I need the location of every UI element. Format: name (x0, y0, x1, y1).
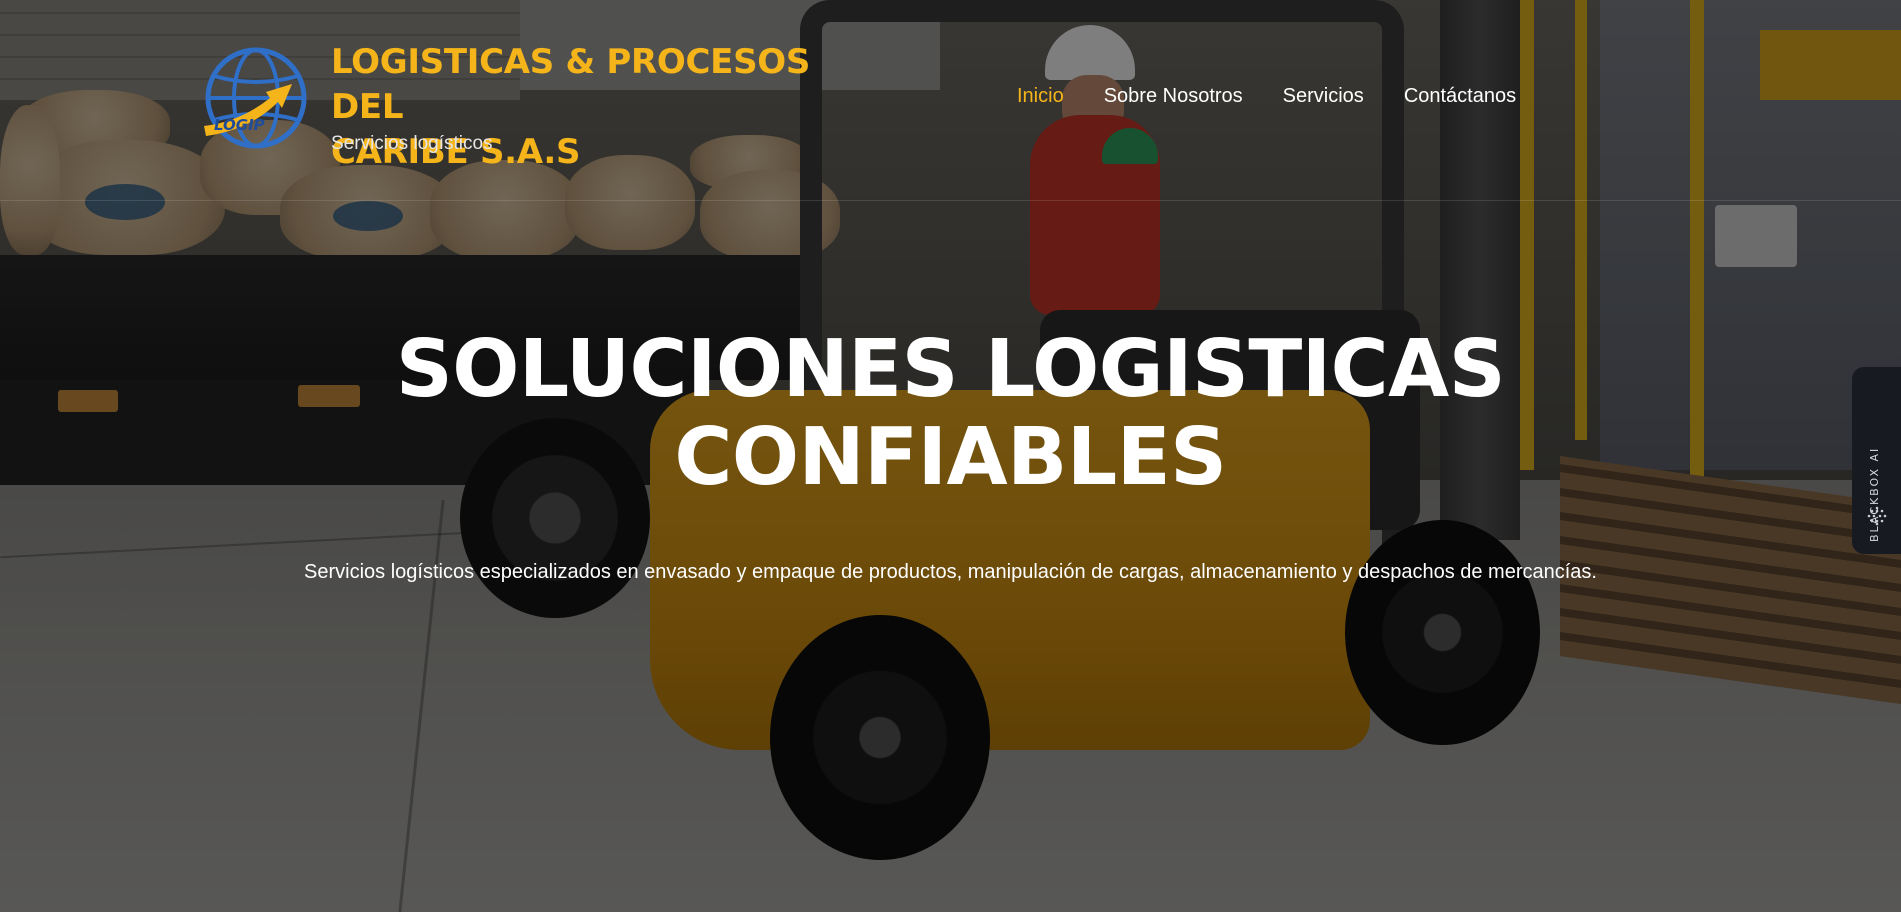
hero-title: SOLUCIONES LOGISTICAS CONFIABLES (0, 325, 1901, 501)
nav-item-inicio[interactable]: Inicio (1017, 85, 1064, 115)
site-header: LOGIP LOGISTICAS & PROCESOS DEL CARIBE S… (0, 0, 1901, 201)
logo-text: LOGIP (214, 116, 265, 134)
nav-item-servicios[interactable]: Servicios (1283, 85, 1364, 115)
nav-item-sobre-nosotros[interactable]: Sobre Nosotros (1104, 85, 1243, 115)
logo-globe-icon[interactable]: LOGIP (200, 46, 308, 152)
hero-title-line2: CONFIABLES (674, 411, 1227, 503)
hero-subtitle: Servicios logísticos especializados en e… (304, 561, 1597, 583)
site-tagline: Servicios logísticos (331, 133, 493, 154)
page: LOGIP LOGISTICAS & PROCESOS DEL CARIBE S… (0, 0, 1901, 912)
blackbox-ai-widget[interactable]: BLACKBOX AI (1852, 367, 1901, 554)
dots-grid-icon (1867, 506, 1887, 526)
site-title-line1: LOGISTICAS & PROCESOS DEL (331, 42, 811, 127)
nav-item-contactanos[interactable]: Contáctanos (1404, 85, 1516, 115)
main-nav: Inicio Sobre Nosotros Servicios Contácta… (1017, 85, 1556, 115)
hero-title-line1: SOLUCIONES LOGISTICAS (395, 323, 1506, 415)
